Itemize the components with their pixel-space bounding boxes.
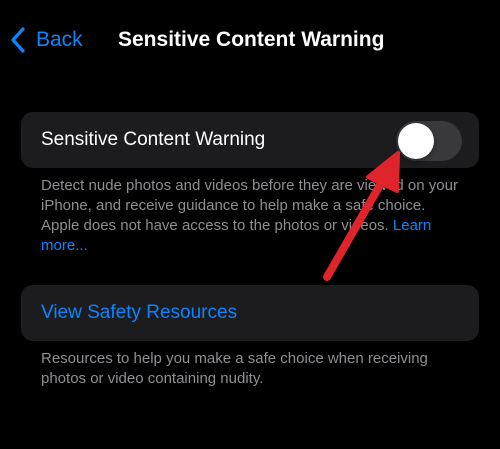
toggle-description: Detect nude photos and videos before the… — [41, 176, 466, 256]
sensitive-content-warning-toggle[interactable] — [396, 121, 462, 161]
view-safety-resources-button[interactable]: View Safety Resources — [21, 285, 479, 341]
toggle-label: Sensitive Content Warning — [41, 129, 266, 150]
safety-resources-description: Resources to help you make a safe choice… — [41, 350, 428, 387]
page-title: Sensitive Content Warning — [118, 28, 385, 51]
toggle-knob — [398, 123, 434, 159]
back-label: Back — [36, 28, 83, 51]
navigation-bar: Back Sensitive Content Warning — [0, 0, 500, 82]
view-safety-resources-label: View Safety Resources — [41, 302, 238, 323]
back-button[interactable]: Back — [10, 24, 83, 56]
chevron-left-icon — [11, 27, 25, 53]
